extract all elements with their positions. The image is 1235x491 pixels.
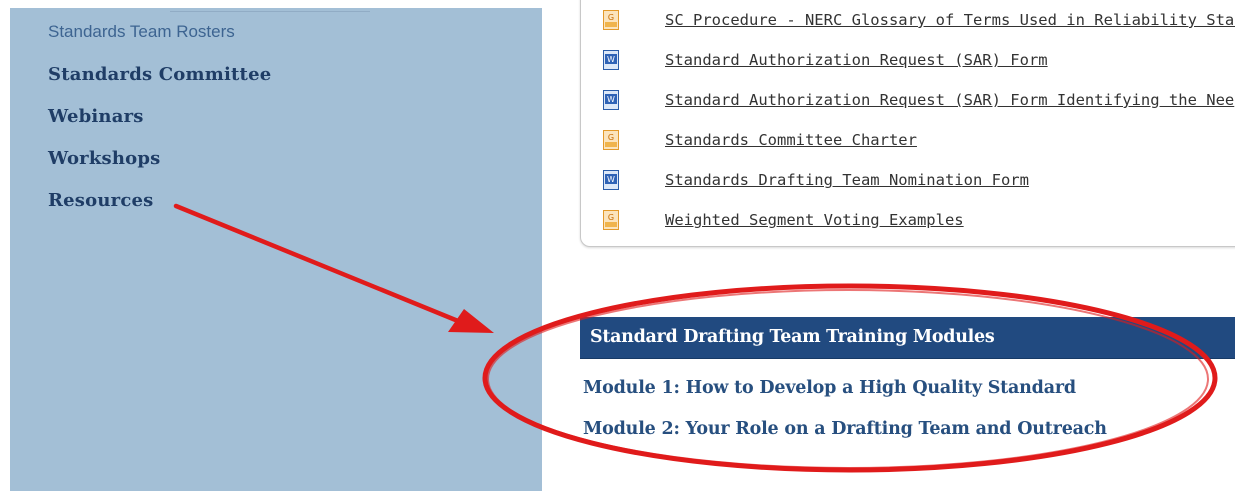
svg-text:G: G — [608, 13, 614, 22]
sidebar-item-workshops[interactable]: Workshops — [48, 148, 160, 169]
document-row[interactable]: W Standard Authorization Request (SAR) F… — [581, 42, 1235, 82]
sidebar-item-standards-committee[interactable]: Standards Committee — [48, 64, 271, 85]
word-icon: W — [603, 170, 619, 190]
document-link[interactable]: Standard Authorization Request (SAR) For… — [665, 91, 1234, 109]
sidebar-item-webinars[interactable]: Webinars — [48, 106, 144, 127]
document-link[interactable]: Standards Drafting Team Nomination Form — [665, 171, 1029, 189]
pdf-icon: G — [603, 210, 619, 230]
sidebar: Standards Team Rosters Standards Committ… — [10, 8, 542, 491]
document-link[interactable]: Standard Authorization Request (SAR) For… — [665, 51, 1048, 69]
module-2-link[interactable]: Module 2: Your Role on a Drafting Team a… — [583, 419, 1107, 439]
training-modules-header: Standard Drafting Team Training Modules — [580, 317, 1235, 359]
document-link[interactable]: Weighted Segment Voting Examples — [665, 211, 964, 229]
document-row[interactable]: G Standards Committee Charter — [581, 122, 1235, 162]
document-link[interactable]: Standards Committee Charter — [665, 131, 917, 149]
sidebar-item-resources[interactable]: Resources — [48, 190, 153, 211]
sidebar-divider — [170, 8, 370, 12]
document-row[interactable]: W Standards Drafting Team Nomination For… — [581, 162, 1235, 202]
svg-text:W: W — [607, 95, 615, 104]
svg-text:G: G — [608, 213, 614, 222]
pdf-icon: G — [603, 130, 619, 150]
document-link[interactable]: SC Procedure - NERC Glossary of Terms Us… — [665, 11, 1235, 29]
documents-panel: G SC Procedure - NERC Glossary of Terms … — [580, 0, 1235, 247]
document-row[interactable]: G Weighted Segment Voting Examples — [581, 202, 1235, 242]
document-row[interactable]: G SC Procedure - NERC Glossary of Terms … — [581, 2, 1235, 42]
document-row[interactable]: W Standard Authorization Request (SAR) F… — [581, 82, 1235, 122]
pdf-icon: G — [603, 10, 619, 30]
sidebar-item-standards-team-rosters[interactable]: Standards Team Rosters — [48, 22, 235, 42]
module-1-link[interactable]: Module 1: How to Develop a High Quality … — [583, 378, 1076, 398]
word-icon: W — [603, 90, 619, 110]
training-modules-title: Standard Drafting Team Training Modules — [590, 327, 995, 347]
word-icon: W — [603, 50, 619, 70]
svg-text:W: W — [607, 55, 615, 64]
svg-text:G: G — [608, 133, 614, 142]
svg-text:W: W — [607, 175, 615, 184]
